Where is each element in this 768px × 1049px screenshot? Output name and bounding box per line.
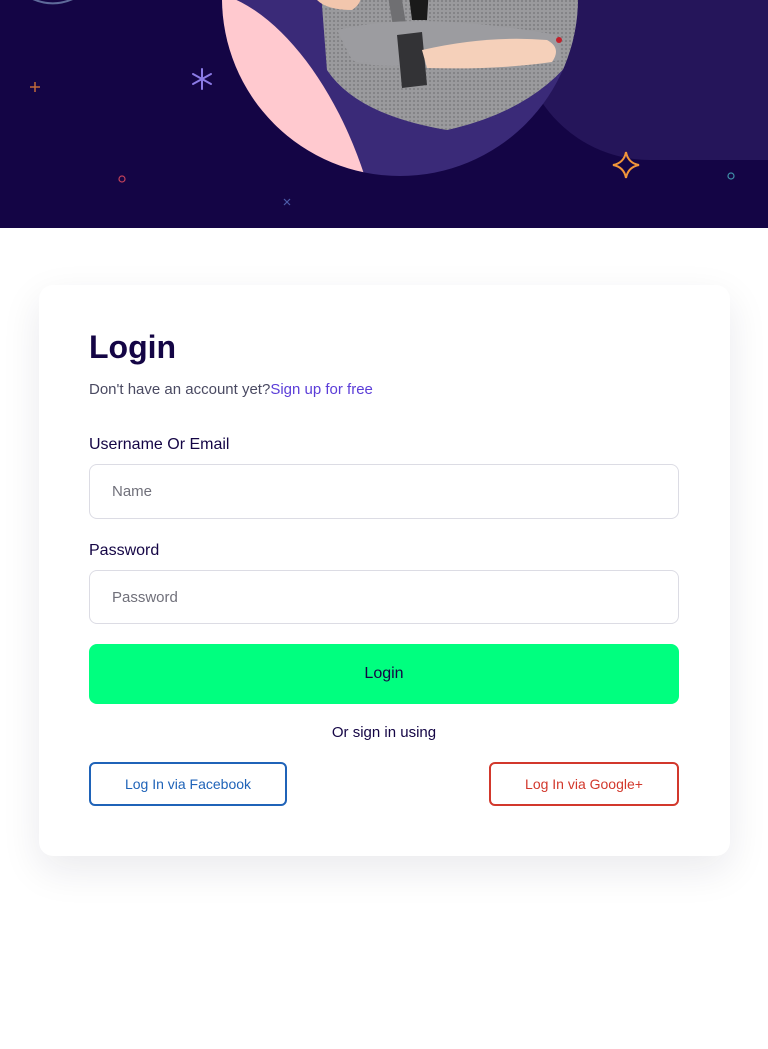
signup-prompt: Don't have an account yet?Sign up for fr… — [89, 381, 373, 398]
small-x-icon — [283, 198, 291, 206]
login-button[interactable]: Login — [89, 644, 679, 704]
asterisk-star-icon — [192, 68, 212, 90]
sparkle-star-icon — [612, 151, 640, 179]
or-sign-in-text: Or sign in using — [331, 724, 437, 741]
signup-link[interactable]: Sign up for free — [270, 381, 373, 398]
page-title: Login — [89, 329, 177, 365]
hero-profile-photo — [222, 0, 578, 176]
no-account-text: Don't have an account yet? — [89, 381, 271, 398]
username-label: Username Or Email — [89, 436, 230, 453]
swirl-line-icon — [32, 0, 73, 5]
plus-icon — [30, 82, 40, 92]
person-illustration — [317, 0, 578, 130]
facebook-login-button[interactable]: Log In via Facebook — [89, 762, 287, 806]
small-circle-icon — [118, 175, 126, 183]
password-input[interactable] — [89, 570, 679, 624]
google-login-button[interactable]: Log In via Google+ — [489, 762, 679, 806]
password-label: Password — [89, 542, 160, 559]
login-card: Login Don't have an account yet?Sign up … — [39, 285, 730, 856]
username-input[interactable] — [89, 464, 679, 519]
small-circle-icon — [727, 172, 735, 180]
hero-banner — [0, 0, 768, 228]
